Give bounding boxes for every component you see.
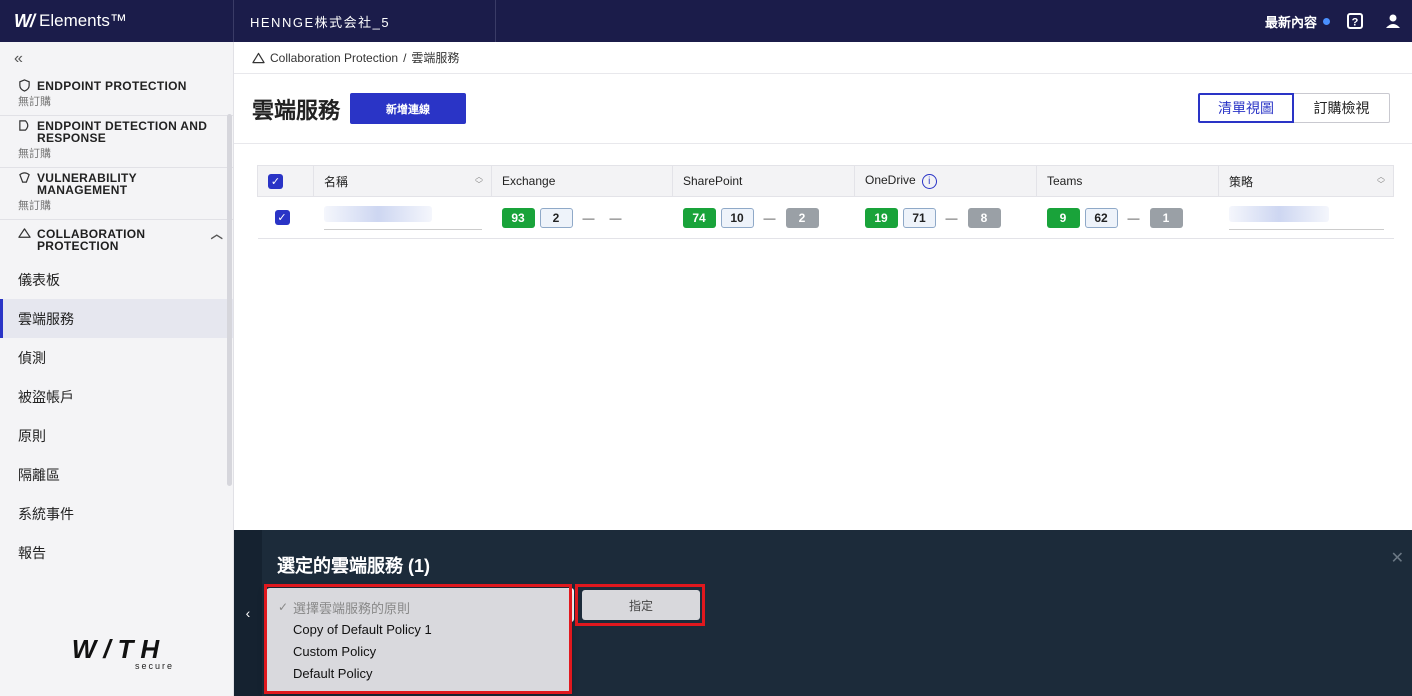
subscription-view-button[interactable]: 訂購檢視 [1294, 93, 1390, 123]
sidebar-item-system-events[interactable]: 系統事件 [0, 494, 233, 533]
cloud-icon [18, 228, 31, 238]
exchange-metrics: 93 2 — — [501, 207, 663, 228]
onedrive-metrics: 19 71 — 8 [864, 207, 1027, 228]
shield-icon [19, 79, 30, 92]
help-icon[interactable]: ? [1342, 8, 1368, 34]
main-content: Collaboration Protection / 雲端服務 雲端服務 新增連… [234, 42, 1412, 696]
breadcrumb-current: 雲端服務 [411, 51, 460, 65]
add-connection-button[interactable]: 新增連線 [350, 93, 467, 124]
select-all-checkbox[interactable]: ✓ [268, 173, 283, 189]
metric-empty: — [609, 210, 622, 225]
column-header-onedrive: OneDrive i [854, 165, 1037, 197]
metric-empty: — [945, 210, 958, 225]
sharepoint-metrics: 74 10 — 2 [682, 207, 845, 228]
brand-name: Elements™ [39, 11, 127, 30]
column-header-name[interactable]: 名稱 ︿ ﹀ [313, 165, 492, 197]
redacted-policy [1228, 205, 1329, 222]
sidebar-group-title: VULNERABILITY MANAGEMENT [37, 171, 137, 197]
detection-icon [19, 120, 29, 131]
top-right-actions: 最新內容 ? [1265, 0, 1412, 42]
page-header: 雲端服務 新增連線 清單視圖 訂購檢視 [234, 74, 1412, 144]
metric-protected[interactable]: 74 [682, 207, 716, 228]
selection-panel-title: 選定的雲端服務 (1) [277, 556, 430, 576]
metric-unprotected[interactable]: 1 [1149, 207, 1183, 228]
vulnerability-icon [19, 172, 30, 183]
notification-dot-icon [1323, 17, 1330, 25]
sort-icon[interactable]: ︿ ﹀ [475, 173, 483, 189]
sidebar-group-collaboration-protection[interactable]: COLLABORATION PROTECTION ︿ [0, 220, 233, 260]
metric-protected[interactable]: 93 [501, 207, 535, 228]
brand-logo: W/ [14, 10, 35, 31]
breadcrumb-root[interactable]: Collaboration Protection [270, 51, 398, 65]
whats-new-link[interactable]: 最新內容 [1265, 12, 1330, 31]
metric-count[interactable]: 2 [539, 207, 573, 228]
cloud-services-table: ✓ 名稱 ︿ ﹀ Exchange SharePoint OneDrive i Te… [257, 165, 1394, 239]
sidebar-item-reports[interactable]: 報告 [0, 533, 233, 572]
select-all-header: ✓ [257, 165, 314, 197]
sidebar-group-status: 無訂購 [18, 96, 51, 108]
highlight-box [264, 584, 572, 694]
user-icon[interactable] [1380, 8, 1406, 34]
metric-count[interactable]: 71 [902, 207, 936, 228]
close-icon[interactable]: ✕ [1391, 548, 1404, 568]
table-header-row: ✓ 名稱 ︿ ﹀ Exchange SharePoint OneDrive i Te… [257, 165, 1394, 197]
sidebar-group-title: ENDPOINT DETECTION AND RESPONSE [37, 119, 208, 145]
breadcrumb-separator: / [403, 50, 407, 65]
info-icon[interactable]: i [921, 173, 937, 189]
view-toggle: 清單視圖 訂購檢視 [1198, 93, 1390, 123]
metric-empty: — [763, 210, 776, 225]
sort-icon[interactable]: ︿ ﹀ [1377, 173, 1385, 189]
selection-panel: ‹ 選定的雲端服務 (1) ✕ 指定 ✓ 選擇雲端服務的原則 Copy of D… [234, 530, 1412, 696]
metric-empty: — [1127, 210, 1140, 225]
column-header-teams: Teams [1036, 165, 1219, 197]
highlight-box [575, 584, 705, 626]
sidebar-item-dashboard[interactable]: 儀表板 [0, 260, 233, 299]
sidebar-group-edr[interactable]: ENDPOINT DETECTION AND RESPONSE 無訂購 [0, 116, 233, 168]
table-row[interactable]: ✓ 93 2 — — 74 10 — 2 19 71 — 8 9 62 — 1 [257, 196, 1394, 239]
sidebar-group-endpoint-protection[interactable]: ENDPOINT PROTECTION 無訂購 [0, 76, 233, 116]
column-header-policy[interactable]: 策略 ︿ ﹀ [1218, 165, 1394, 197]
metric-protected[interactable]: 19 [864, 207, 898, 228]
column-header-exchange: Exchange [491, 165, 673, 197]
sidebar-group-title: COLLABORATION PROTECTION [37, 227, 146, 253]
collapse-panel-icon[interactable]: ‹ [234, 530, 262, 696]
sidebar-item-cloud-services[interactable]: 雲端服務 [0, 299, 233, 338]
collapse-sidebar-icon[interactable]: « [0, 42, 233, 76]
organization-selector[interactable]: HENNGE株式会社_5 [234, 0, 496, 42]
metric-protected[interactable]: 9 [1046, 207, 1080, 228]
sidebar-item-detections[interactable]: 偵測 [0, 338, 233, 377]
sidebar-item-compromised-accounts[interactable]: 被盜帳戶 [0, 377, 233, 416]
row-checkbox[interactable]: ✓ [274, 210, 290, 225]
brand[interactable]: W/ Elements™ [0, 0, 234, 42]
metric-empty: — [582, 210, 595, 225]
sidebar: « ENDPOINT PROTECTION 無訂購 ENDPOINT DETEC… [0, 42, 234, 696]
cloud-icon [252, 52, 265, 63]
teams-metrics: 9 62 — 1 [1046, 207, 1209, 228]
metric-count[interactable]: 10 [720, 207, 754, 228]
top-bar: W/ Elements™ HENNGE株式会社_5 最新內容 ? [0, 0, 1412, 42]
sidebar-item-quarantine[interactable]: 隔離區 [0, 455, 233, 494]
breadcrumb: Collaboration Protection / 雲端服務 [234, 42, 1412, 74]
sidebar-group-status: 無訂購 [18, 148, 51, 160]
svg-text:?: ? [1352, 17, 1359, 29]
sidebar-group-vulnerability-management[interactable]: VULNERABILITY MANAGEMENT 無訂購 [0, 168, 233, 220]
list-view-button[interactable]: 清單視圖 [1198, 93, 1294, 123]
column-header-sharepoint: SharePoint [672, 165, 855, 197]
metric-unprotected[interactable]: 8 [967, 207, 1001, 228]
redacted-name [323, 205, 432, 222]
sidebar-scrollbar[interactable] [227, 114, 232, 486]
sidebar-group-title: ENDPOINT PROTECTION [37, 79, 187, 93]
sidebar-item-policies[interactable]: 原則 [0, 416, 233, 455]
metric-unprotected[interactable]: 2 [785, 207, 819, 228]
withsecure-logo: W/TH secure [71, 634, 174, 671]
whats-new-label: 最新內容 [1264, 14, 1317, 30]
metric-count[interactable]: 62 [1084, 207, 1118, 228]
page-title: 雲端服務 [252, 97, 341, 123]
sidebar-group-status: 無訂購 [18, 200, 51, 212]
chevron-up-icon: ︿ [210, 227, 223, 241]
